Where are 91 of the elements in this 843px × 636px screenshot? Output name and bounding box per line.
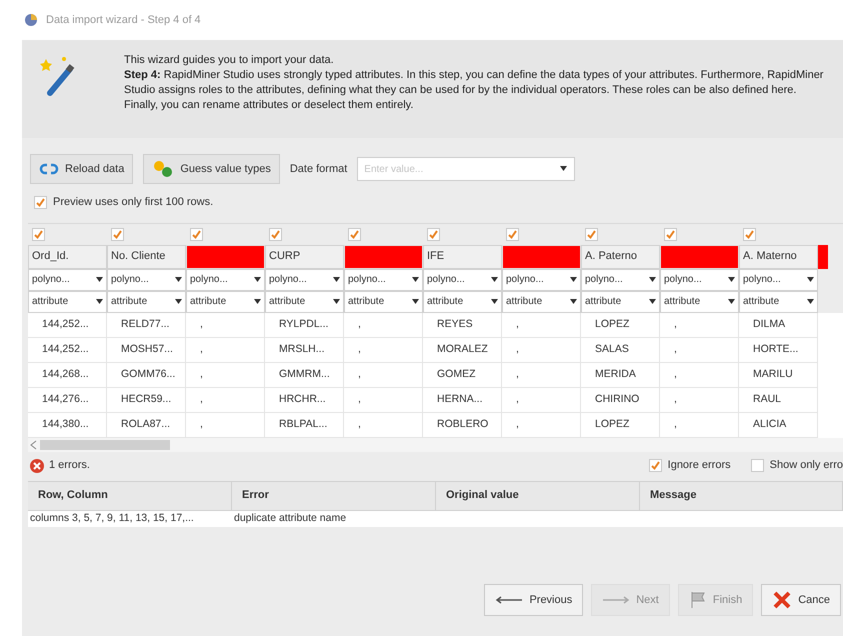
type-dropdown[interactable]: polyno...: [660, 268, 739, 290]
column-name-field[interactable]: IFE: [423, 244, 502, 268]
caret-icon: [333, 277, 340, 282]
type-dropdown[interactable]: polyno...: [344, 268, 423, 290]
right-arrow-icon: [602, 596, 630, 604]
caret-icon: [96, 277, 103, 282]
error-header-cell[interactable]: [502, 244, 581, 268]
checkbox[interactable]: [585, 228, 598, 240]
caret-icon: [807, 277, 814, 282]
column-name-field[interactable]: A. Materno: [739, 244, 818, 268]
caret-icon: [333, 299, 340, 304]
checkbox[interactable]: [506, 228, 519, 240]
role-dropdown[interactable]: attribute: [423, 290, 502, 312]
type-dropdown[interactable]: polyno...: [502, 268, 581, 290]
type-dropdown[interactable]: polyno...: [107, 268, 186, 290]
preview-label: Preview uses only first 100 rows.: [53, 195, 214, 210]
error-icon: [30, 458, 44, 472]
role-dropdown[interactable]: attribute: [739, 290, 818, 312]
table-cell-text: columns 3, 5, 7, 9, 11, 13, 15, 17,...: [29, 510, 195, 526]
caret-icon: [491, 277, 498, 282]
close-icon: [772, 590, 792, 610]
checkbox[interactable]: [348, 228, 361, 240]
checkbox[interactable]: [190, 228, 203, 240]
column-name-field[interactable]: A. Paterno: [581, 244, 660, 268]
caret-icon: [96, 299, 103, 304]
type-dropdown[interactable]: polyno...: [739, 268, 818, 290]
error-header-cell[interactable]: [344, 244, 423, 268]
column-header[interactable]: Original value: [436, 482, 640, 510]
caret-icon: [649, 299, 656, 304]
type-dropdown[interactable]: polyno...: [423, 268, 502, 290]
caret-icon: [254, 277, 261, 282]
checkbox[interactable]: [111, 228, 124, 240]
caret-icon: [412, 277, 419, 282]
column-header[interactable]: Error: [232, 482, 436, 510]
checkbox[interactable]: [269, 228, 282, 240]
checkbox[interactable]: [750, 459, 764, 472]
table-cell-text: duplicate attribute name: [233, 510, 348, 526]
role-dropdown[interactable]: attribute: [660, 290, 739, 312]
ignore-errors-label: Ignore errors: [668, 458, 731, 474]
window-title: Data import wizard - Step 4 of 4: [46, 12, 201, 28]
checkbox[interactable]: [34, 196, 47, 209]
checkbox[interactable]: [648, 459, 662, 472]
flag-icon: [688, 591, 707, 609]
step-description: Step 4: RapidMiner Studio uses strongly typed attributes. In this step, you can define the data types of your attributes. Furthermore, RapidMiner Studio assigns roles to the attributes, defining what they can be used for by the individual operators. These roles can be also defined here. Finally, you can rename attributes or deselect them entirely.: [124, 68, 824, 113]
checkbox[interactable]: [743, 228, 756, 240]
caret-icon: [560, 166, 568, 171]
error-count: 1 errors.: [49, 458, 90, 474]
checkbox[interactable]: [664, 228, 677, 240]
previous-button[interactable]: Previous: [484, 584, 584, 616]
role-dropdown[interactable]: attribute: [581, 290, 660, 312]
type-dropdown[interactable]: polyno...: [265, 268, 344, 290]
caret-icon: [728, 277, 735, 282]
show-only-errors-label: Show only erro: [770, 458, 843, 474]
caret-icon: [254, 299, 261, 304]
caret-icon: [175, 299, 182, 304]
error-header-cell[interactable]: [818, 244, 828, 268]
caret-icon: [412, 299, 419, 304]
left-arrow-icon: [495, 596, 524, 604]
role-dropdown[interactable]: attribute: [344, 290, 423, 312]
role-dropdown[interactable]: attribute: [502, 290, 581, 312]
cancel-button[interactable]: Cance: [761, 584, 841, 616]
error-header-cell[interactable]: [660, 244, 739, 268]
caret-icon: [570, 277, 577, 282]
role-dropdown[interactable]: attribute: [107, 290, 186, 312]
type-dropdown[interactable]: polyno...: [186, 268, 265, 290]
refresh-icon: [39, 162, 59, 176]
reload-data-button[interactable]: Reload data: [30, 154, 134, 184]
caret-icon: [491, 299, 498, 304]
column-header[interactable]: Message: [640, 482, 843, 510]
type-dropdown[interactable]: polyno...: [28, 268, 107, 290]
column-name-field[interactable]: CURP: [265, 244, 344, 268]
checkbox[interactable]: [32, 228, 45, 240]
caret-icon: [728, 299, 735, 304]
app-icon: [24, 13, 38, 27]
role-dropdown[interactable]: attribute: [28, 290, 107, 312]
role-dropdown[interactable]: attribute: [265, 290, 344, 312]
caret-icon: [570, 299, 577, 304]
column-name-field[interactable]: Ord_Id.: [28, 244, 107, 268]
checkbox[interactable]: [427, 228, 440, 240]
type-dropdown[interactable]: polyno...: [581, 268, 660, 290]
role-dropdown[interactable]: attribute: [186, 290, 265, 312]
date-format-field[interactable]: Enter value...: [357, 157, 576, 181]
intro-text: This wizard guides you to import your data.: [124, 53, 335, 68]
error-header-cell[interactable]: [186, 244, 265, 268]
column-header[interactable]: Row, Column: [28, 482, 232, 510]
caret-icon: [649, 277, 656, 282]
guess-value-types-button[interactable]: Guess value types: [143, 154, 280, 184]
caret-icon: [175, 277, 182, 282]
column-name-field[interactable]: No. Cliente: [107, 244, 186, 268]
date-format-label: Date format: [290, 162, 348, 177]
caret-icon: [807, 299, 814, 304]
